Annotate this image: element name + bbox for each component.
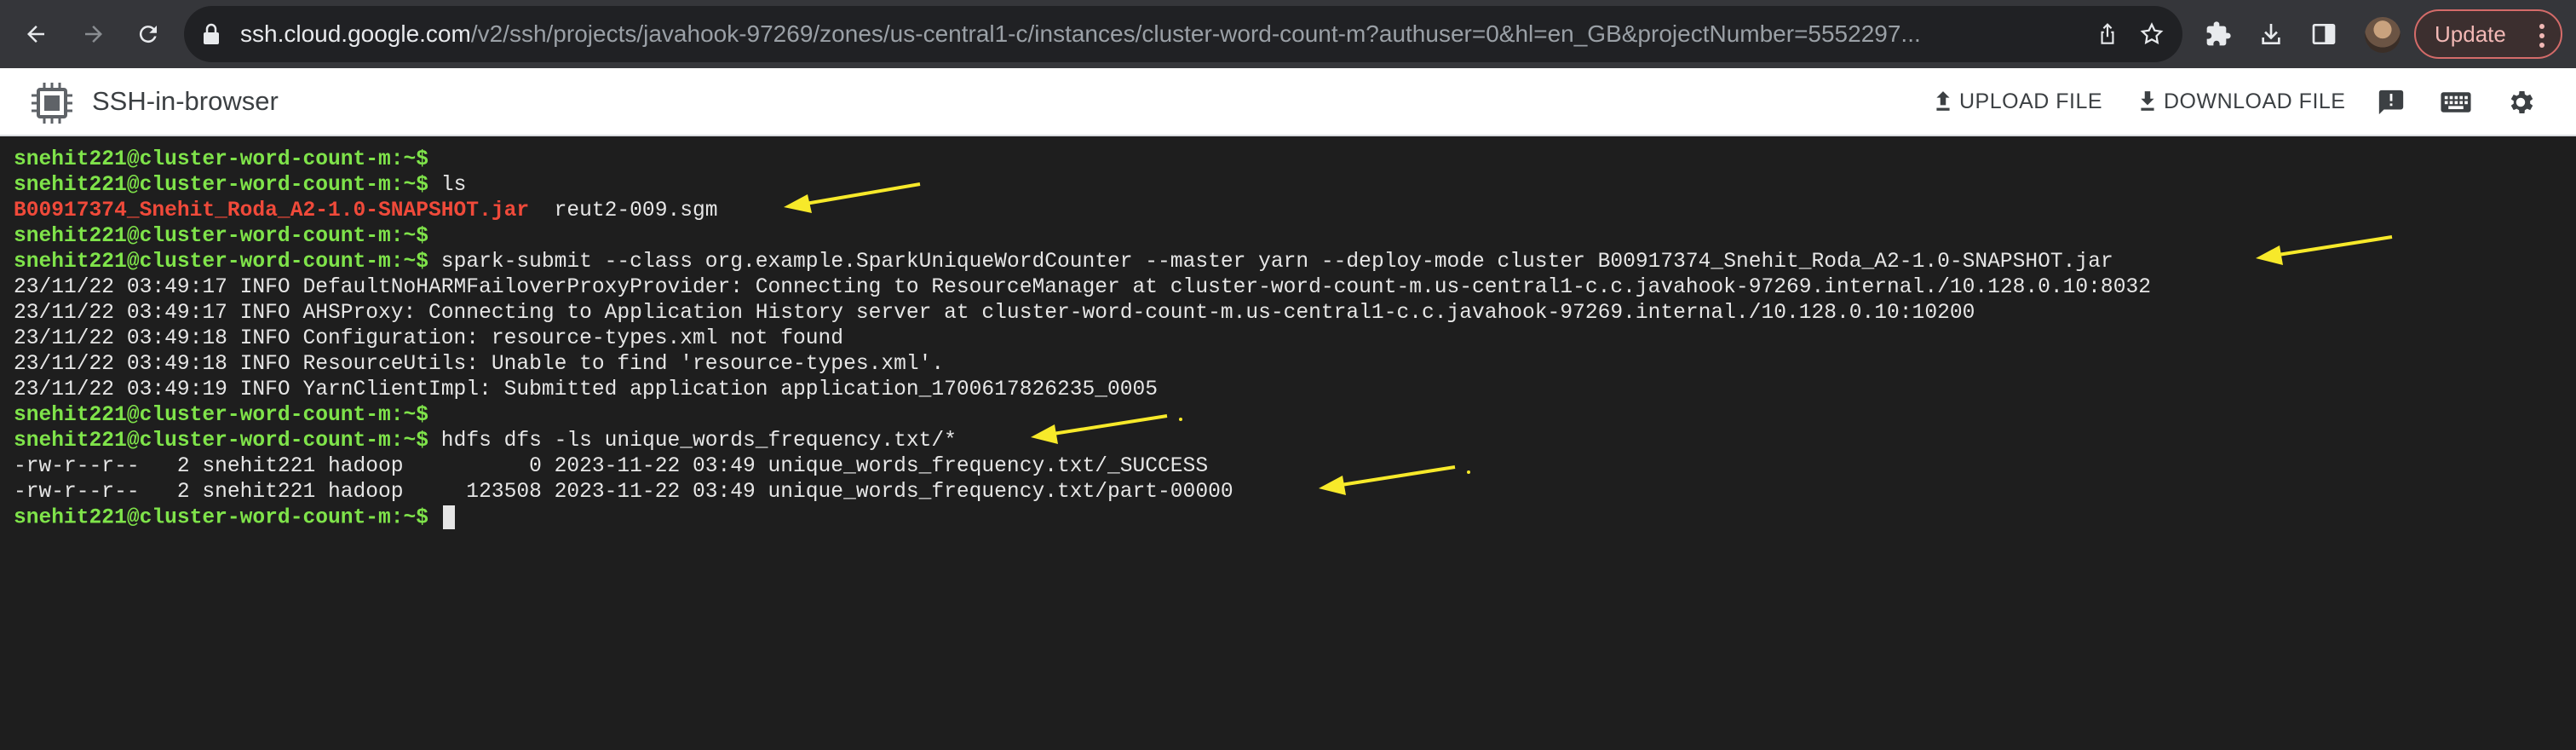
share-icon <box>2101 23 2114 44</box>
upload-file-button[interactable]: UPLOAD FILE <box>1932 68 2102 135</box>
more-vertical-icon <box>2539 24 2544 48</box>
update-label: Update <box>2435 20 2506 47</box>
back-button[interactable] <box>14 12 58 56</box>
annotation-dot <box>1179 418 1182 421</box>
share-button[interactable] <box>2092 19 2123 49</box>
ssh-app-bar: SSH-in-browser UPLOAD FILE DOWNLOAD FILE <box>0 68 2576 136</box>
download-icon <box>2141 91 2154 111</box>
address-bar[interactable]: ssh.cloud.google.com/v2/ssh/projects/jav… <box>184 6 2182 62</box>
url-path: /v2/ssh/projects/javahook-97269/zones/us… <box>470 20 1921 47</box>
profile-avatar[interactable] <box>2365 17 2401 53</box>
download-icon <box>2262 24 2280 44</box>
forward-arrow-icon <box>85 26 102 43</box>
reload-icon <box>139 26 157 43</box>
annotation-arrow <box>2256 235 2393 265</box>
side-panel-icon <box>2312 24 2336 44</box>
browser-toolbar: ssh.cloud.google.com/v2/ssh/projects/jav… <box>0 0 2576 68</box>
url-text[interactable]: ssh.cloud.google.com/v2/ssh/projects/jav… <box>240 6 2094 62</box>
extensions-button[interactable] <box>2201 17 2235 51</box>
annotation-arrow <box>1319 465 1456 495</box>
back-arrow-icon <box>27 26 44 43</box>
url-host: ssh.cloud.google.com <box>240 20 471 47</box>
bookmark-button[interactable] <box>2136 19 2167 49</box>
reload-button[interactable] <box>126 12 170 56</box>
gear-icon <box>2510 90 2533 114</box>
feedback-button[interactable] <box>2373 84 2409 120</box>
keyboard-icon <box>2441 92 2471 112</box>
download-file-label: DOWNLOAD FILE <box>2164 89 2346 113</box>
upload-icon <box>1936 91 1950 111</box>
forward-button[interactable] <box>72 12 116 56</box>
annotation-arrow <box>784 182 921 213</box>
compute-engine-chip-icon <box>32 83 72 124</box>
puzzle-icon <box>2206 21 2231 46</box>
star-icon <box>2140 22 2164 44</box>
app-title: SSH-in-browser <box>92 86 279 116</box>
annotation-arrows <box>784 182 2393 495</box>
update-button[interactable]: Update <box>2414 9 2562 59</box>
settings-button[interactable] <box>2503 84 2539 120</box>
terminal[interactable]: snehit221@cluster-word-count-m:~$ snehit… <box>0 136 2576 750</box>
side-panel-button[interactable] <box>2307 17 2341 51</box>
keyboard-button[interactable] <box>2438 84 2474 120</box>
downloads-button[interactable] <box>2254 17 2288 51</box>
annotation-dot <box>1467 470 1470 474</box>
annotation-arrow <box>1031 414 1168 444</box>
lock-icon[interactable] <box>201 23 221 45</box>
upload-file-label: UPLOAD FILE <box>1959 89 2103 113</box>
feedback-icon <box>2378 89 2404 115</box>
download-file-button[interactable]: DOWNLOAD FILE <box>2136 68 2345 135</box>
